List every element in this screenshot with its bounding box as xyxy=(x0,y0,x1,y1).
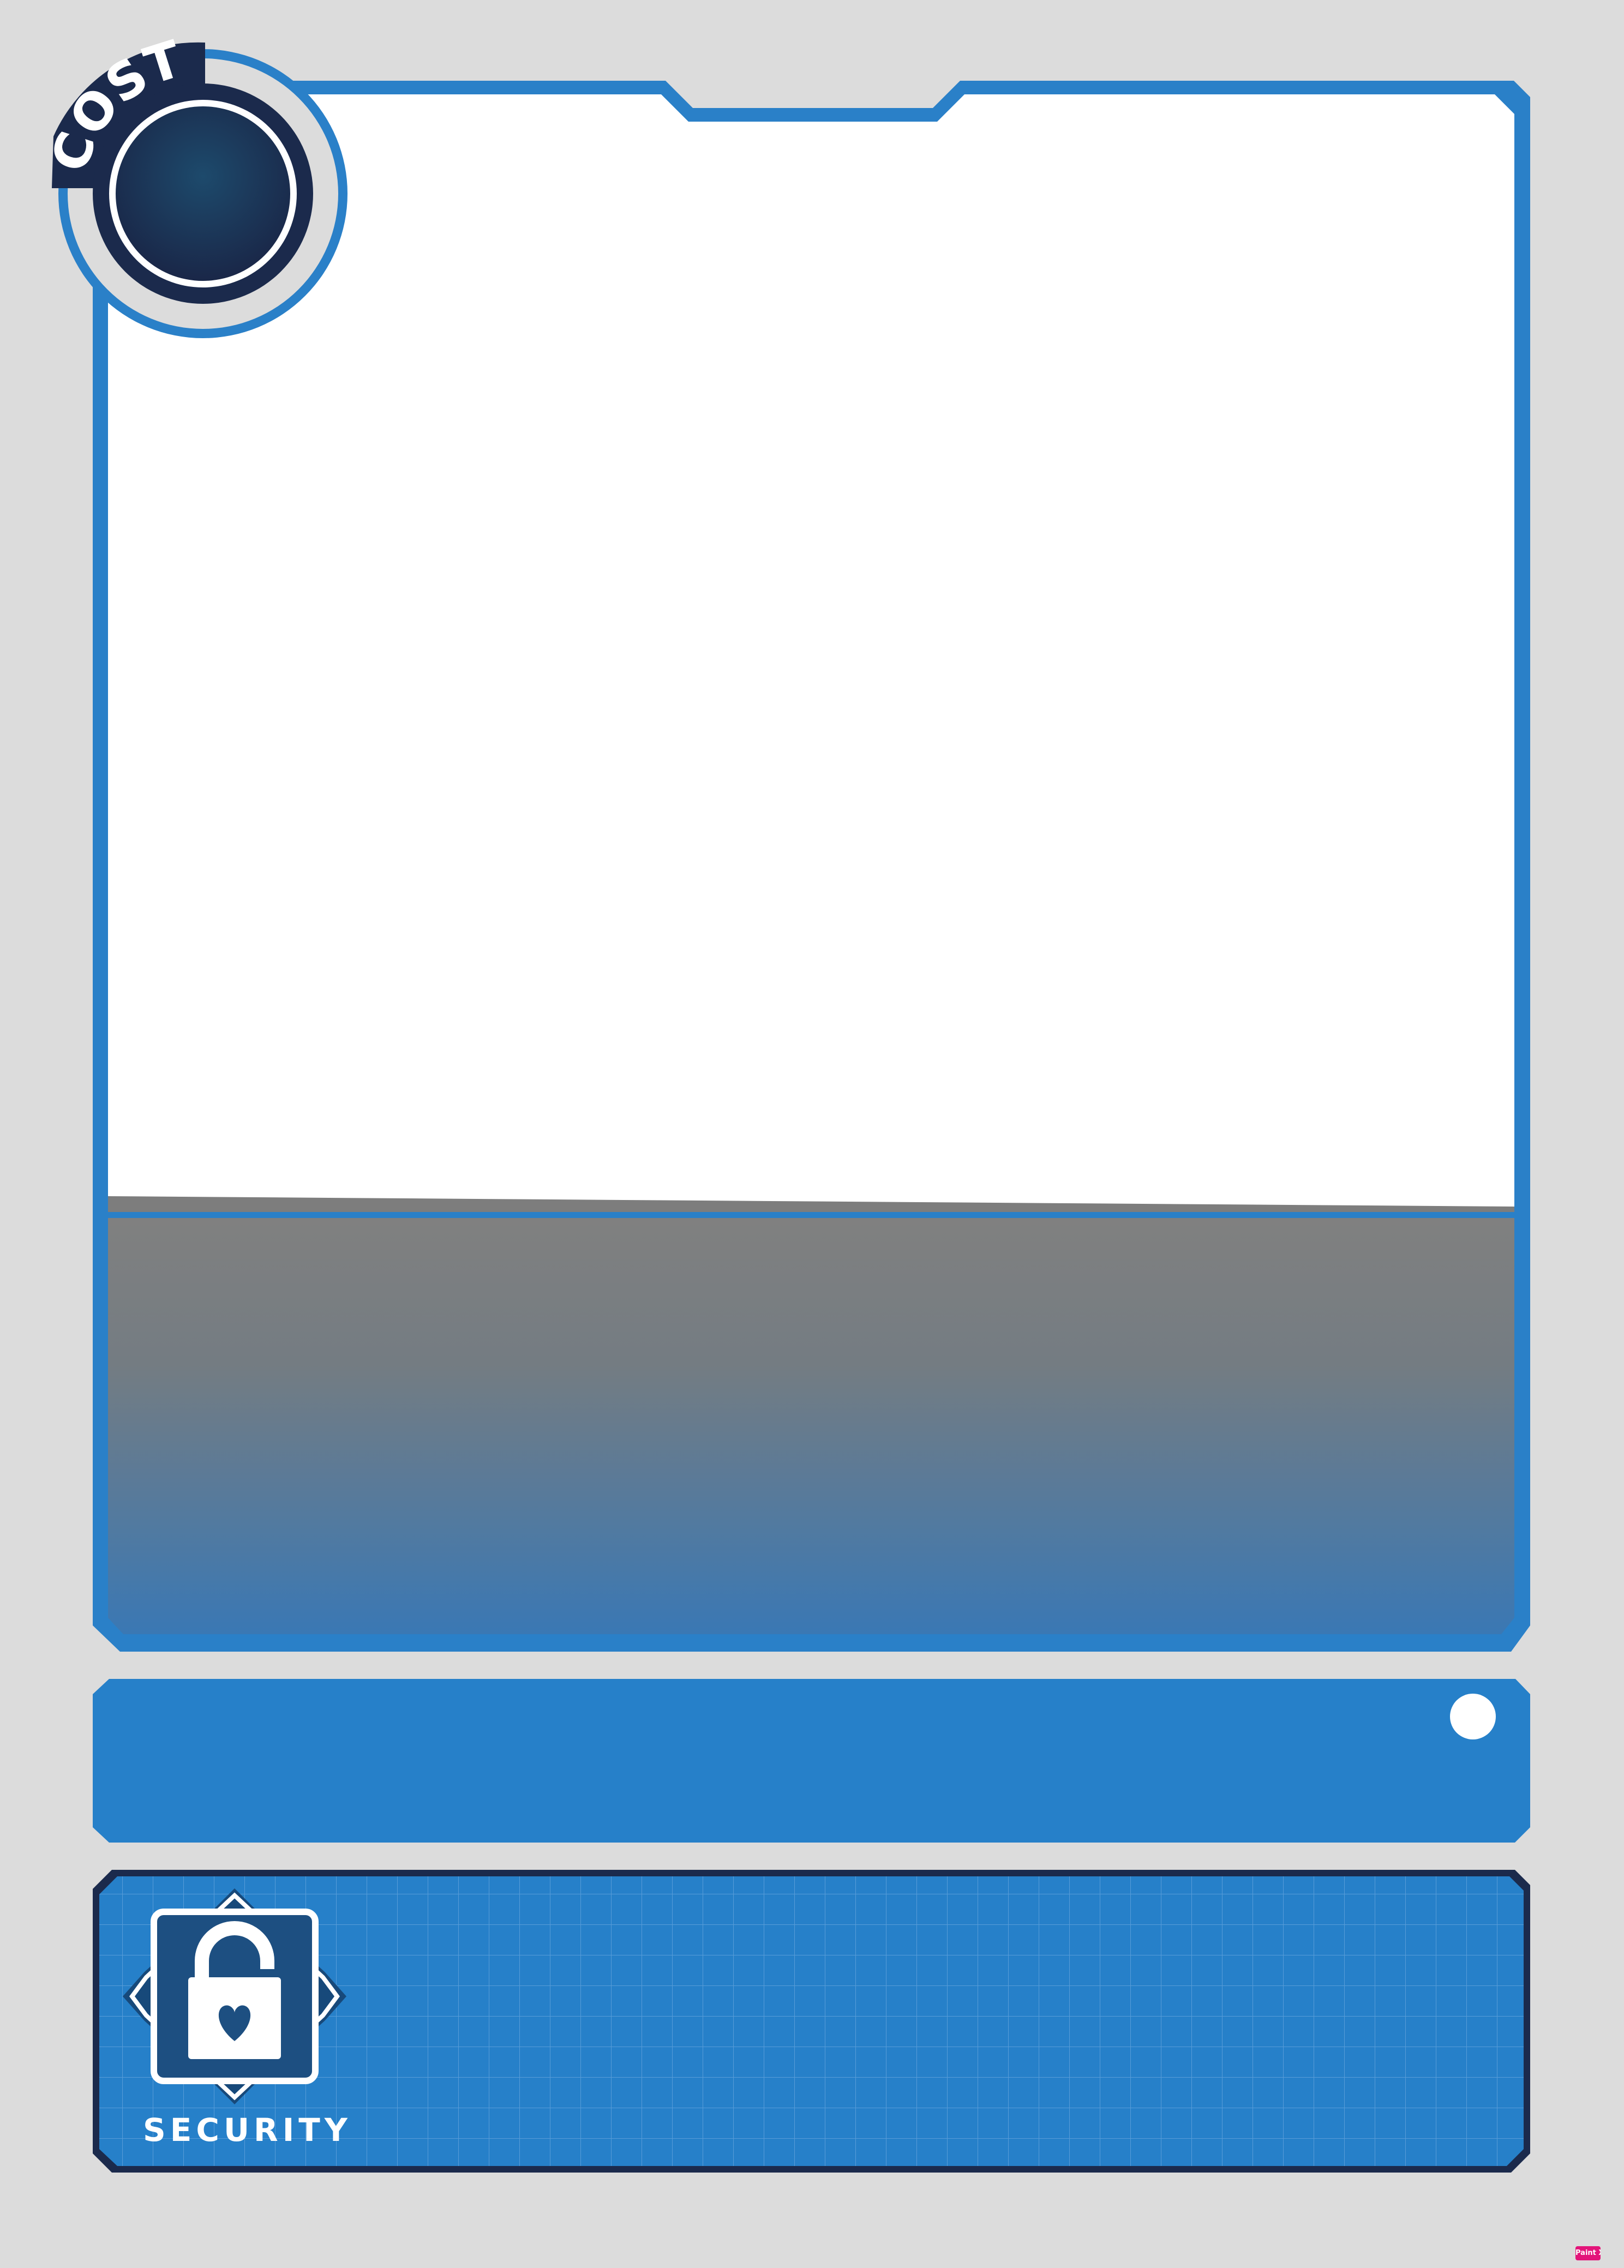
rules-text-box xyxy=(108,1218,1514,1634)
padlock-heart-icon xyxy=(123,1888,346,2104)
card-frame: COST xyxy=(40,29,1530,2173)
name-bar xyxy=(93,1679,1530,1843)
circle-icon xyxy=(1450,1694,1496,1739)
watermark-badge: Paint X xyxy=(1575,2246,1601,2260)
cost-badge: COST xyxy=(40,29,347,338)
security-label: SECURITY xyxy=(143,2111,352,2149)
art-frame xyxy=(93,81,1530,1652)
cost-gem-icon xyxy=(116,106,290,281)
